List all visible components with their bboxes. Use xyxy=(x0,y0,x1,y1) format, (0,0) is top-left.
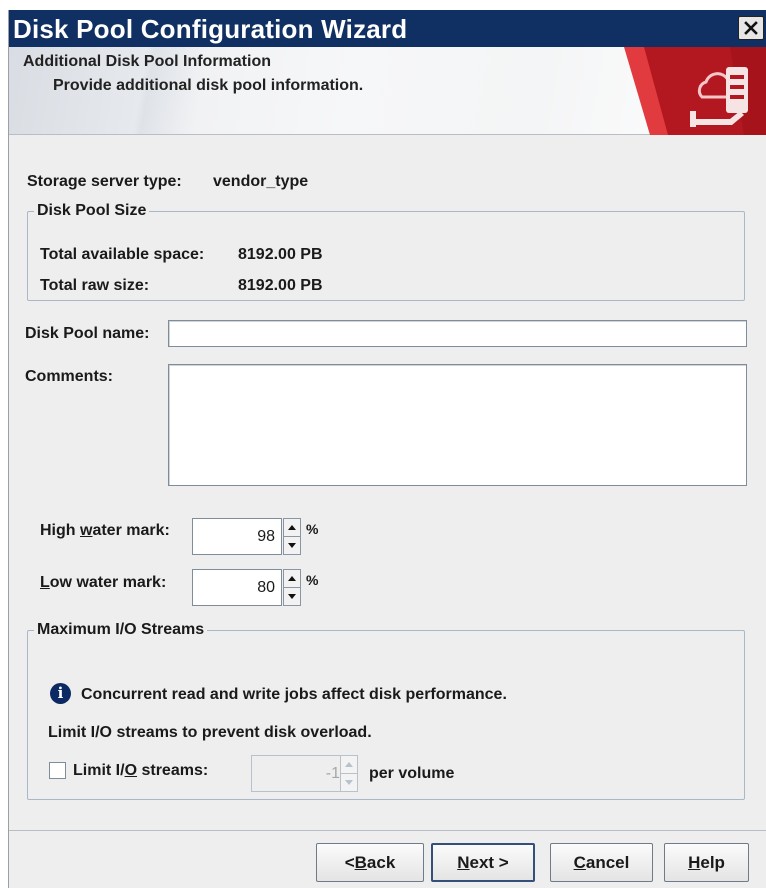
total-available-space-value: 8192.00 PB xyxy=(238,246,323,263)
io-streams-legend: Maximum I/O Streams xyxy=(37,621,205,638)
wizard-header: Additional Disk Pool Information Provide… xyxy=(9,47,766,135)
total-raw-size-label: Total raw size: xyxy=(40,277,150,294)
high-water-mark-unit: % xyxy=(306,521,319,537)
total-raw-size-value: 8192.00 PB xyxy=(238,277,323,294)
io-streams-info-text: Concurrent read and write jobs affect di… xyxy=(81,686,507,703)
header-subtext: Provide additional disk pool information… xyxy=(53,77,364,94)
header-heading: Additional Disk Pool Information xyxy=(23,53,271,70)
caret-down-icon xyxy=(288,543,296,548)
storage-cloud-icon xyxy=(624,47,766,135)
high-water-mark-increment[interactable] xyxy=(283,518,301,537)
high-water-mark-spinner xyxy=(283,518,301,555)
io-streams-increment[interactable] xyxy=(340,755,358,774)
close-button[interactable] xyxy=(738,16,764,40)
comments-label: Comments: xyxy=(25,368,114,385)
disk-pool-name-label: Disk Pool name: xyxy=(25,325,150,342)
low-water-mark-spinner xyxy=(283,569,301,606)
low-water-mark-input[interactable]: 80 xyxy=(192,569,282,606)
high-water-mark-label: High water mark: xyxy=(40,522,170,539)
back-button[interactable]: < Back xyxy=(316,843,424,882)
io-streams-decrement[interactable] xyxy=(340,774,358,792)
low-water-mark-label: Low water mark: xyxy=(40,574,167,591)
storage-server-type-value: vendor_type xyxy=(213,173,309,190)
caret-up-icon xyxy=(288,576,296,581)
title-bar[interactable]: Disk Pool Configuration Wizard xyxy=(9,10,766,47)
low-water-mark-unit: % xyxy=(306,572,319,588)
cancel-button[interactable]: Cancel xyxy=(550,843,653,882)
high-water-mark-input[interactable]: 98 xyxy=(192,518,282,555)
high-water-mark-decrement[interactable] xyxy=(283,537,301,555)
disk-pool-size-legend: Disk Pool Size xyxy=(37,202,147,219)
window-title: Disk Pool Configuration Wizard xyxy=(13,14,408,44)
caret-down-icon xyxy=(288,594,296,599)
next-button[interactable]: Next > xyxy=(431,843,535,882)
storage-server-type-label: Storage server type: xyxy=(27,173,182,190)
help-button[interactable]: Help xyxy=(664,843,749,882)
limit-io-streams-checkbox[interactable] xyxy=(49,762,66,779)
io-streams-spinner xyxy=(340,755,358,792)
io-streams-unit: per volume xyxy=(369,765,455,782)
caret-up-icon xyxy=(288,525,296,530)
info-icon: i xyxy=(50,683,71,704)
low-water-mark-increment[interactable] xyxy=(283,569,301,588)
caret-up-icon xyxy=(345,762,353,767)
io-streams-limit-text: Limit I/O streams to prevent disk overlo… xyxy=(48,724,372,741)
disk-pool-name-input[interactable] xyxy=(168,320,747,347)
total-available-space-label: Total available space: xyxy=(40,246,205,263)
close-icon xyxy=(744,21,758,35)
wizard-content: Storage server type: vendor_type Disk Po… xyxy=(9,135,766,830)
io-streams-value-input[interactable]: -1 xyxy=(251,755,347,792)
comments-textarea[interactable] xyxy=(168,364,747,486)
caret-down-icon xyxy=(345,780,353,785)
wizard-window: Disk Pool Configuration Wizard Additiona… xyxy=(8,10,766,888)
limit-io-streams-label[interactable]: Limit I/O streams: xyxy=(73,762,208,780)
footer-divider xyxy=(9,830,766,831)
low-water-mark-decrement[interactable] xyxy=(283,588,301,606)
